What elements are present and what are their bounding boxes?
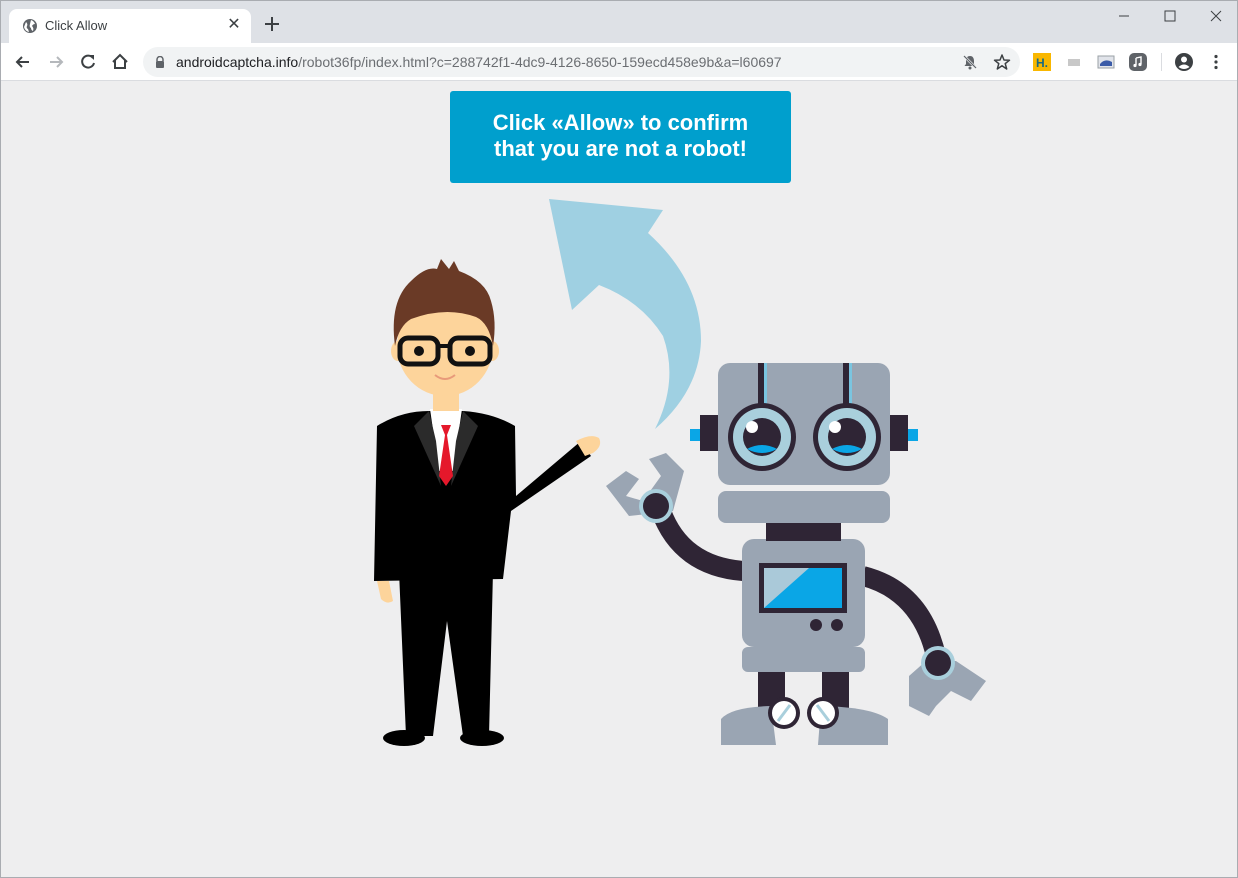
toolbar-divider <box>1161 53 1162 71</box>
businessman-illustration <box>374 259 601 746</box>
plus-icon[interactable] <box>262 14 282 34</box>
notifications-blocked-icon[interactable] <box>961 53 979 71</box>
url-text[interactable]: androidcaptcha.info/robot36fp/index.html… <box>176 54 782 70</box>
h-extension-icon[interactable]: H. <box>1033 53 1051 71</box>
tab-title: Click Allow <box>45 18 108 33</box>
home-icon[interactable] <box>109 51 131 73</box>
browser-window: Click Allow ✕ androidcaptcha.info/robot3… <box>0 0 1238 878</box>
curved-arrow-up-icon <box>549 199 701 429</box>
maximize-icon[interactable] <box>1159 5 1181 27</box>
tab-close-icon[interactable]: ✕ <box>225 16 243 34</box>
bookmark-star-icon[interactable] <box>993 53 1011 71</box>
tab-click-allow[interactable]: Click Allow ✕ <box>9 9 251 43</box>
globe-icon <box>23 19 37 33</box>
mail-extension-icon[interactable] <box>1065 53 1083 71</box>
back-icon[interactable] <box>12 51 34 73</box>
url-host: androidcaptcha.info <box>176 54 299 70</box>
page-content: Click «Allow» to confirm that you are no… <box>1 81 1237 877</box>
url-path: /robot36fp/index.html?c=288742f1-4dc9-41… <box>298 54 782 70</box>
kebab-menu-icon[interactable] <box>1207 53 1225 71</box>
image-extension-icon[interactable] <box>1097 53 1115 71</box>
reload-icon[interactable] <box>77 51 99 73</box>
tab-strip: Click Allow ✕ <box>1 1 1237 43</box>
minimize-icon[interactable] <box>1113 5 1135 27</box>
music-extension-icon[interactable] <box>1129 53 1147 71</box>
forward-icon[interactable] <box>45 51 67 73</box>
close-icon[interactable] <box>1205 5 1227 27</box>
lock-icon[interactable] <box>154 56 166 68</box>
account-circle-icon[interactable] <box>1174 52 1194 72</box>
illustration <box>374 199 986 746</box>
svg-text:H.: H. <box>1036 56 1048 70</box>
toolbar: androidcaptcha.info/robot36fp/index.html… <box>1 43 1237 81</box>
address-bar[interactable]: androidcaptcha.info/robot36fp/index.html… <box>143 47 1020 77</box>
